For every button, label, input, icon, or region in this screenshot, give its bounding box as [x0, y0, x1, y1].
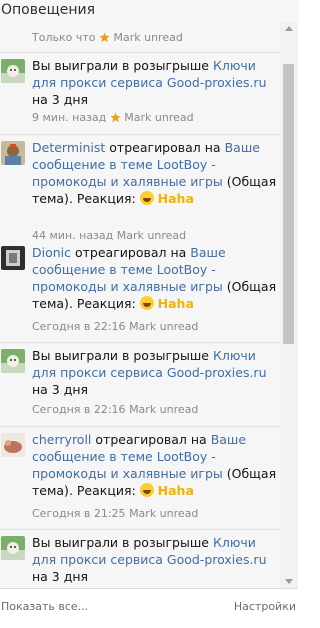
- notification-item[interactable]: cherryroll отреагировал на Ваше сообщени…: [0, 427, 280, 530]
- notification-time: Только что: [32, 31, 96, 44]
- notification-message: на 3 дня: [32, 382, 89, 397]
- star-icon: [110, 112, 121, 127]
- star-icon: [99, 32, 110, 47]
- notification-text: Dionic отреагировал на Ваше сообщение в …: [32, 244, 278, 312]
- reaction-label: Haha: [157, 191, 194, 206]
- notification-text: Determinist отреагировал на Ваше сообщен…: [32, 139, 278, 207]
- notification-message: отреагировал на: [95, 432, 207, 447]
- avatar[interactable]: [1, 246, 25, 270]
- notification-time: Сегодня в 21:25: [32, 507, 126, 520]
- settings-link[interactable]: Настройки: [234, 600, 296, 613]
- haha-emoji-icon: [139, 483, 154, 497]
- notification-list: Только что Mark unread Вы выиграли в роз…: [0, 22, 280, 588]
- notification-time: Сегодня в 22:16: [32, 403, 126, 416]
- haha-emoji-icon: [139, 296, 154, 310]
- notification-meta: Сегодня в 22:16 Mark unread: [32, 403, 198, 417]
- username-link[interactable]: Dionic: [32, 245, 71, 260]
- notification-message: отреагировал на: [109, 140, 221, 155]
- notification-meta: Только что Mark unread: [32, 31, 183, 47]
- avatar[interactable]: [1, 141, 25, 165]
- notification-item[interactable]: Вы выиграли в розыгрыше Ключи для прокси…: [0, 530, 280, 588]
- notification-message: отреагировал на: [75, 245, 187, 260]
- notification-item[interactable]: Determinist отреагировал на Ваше сообщен…: [0, 135, 280, 253]
- mark-unread-link[interactable]: Mark unread: [129, 403, 198, 416]
- notification-meta: Сегодня в 22:16 Mark unread: [32, 320, 198, 334]
- notification-message: Вы выиграли в розыгрыше: [32, 535, 209, 550]
- avatar[interactable]: [1, 433, 25, 457]
- notification-message: на 3 дня: [32, 569, 89, 584]
- panel-title: Оповещения: [0, 0, 299, 22]
- reaction-label: Haha: [157, 296, 194, 311]
- scrollbar-thumb[interactable]: [283, 64, 294, 344]
- notification-item[interactable]: Dionic отреагировал на Ваше сообщение в …: [0, 240, 280, 343]
- scroll-up-arrow-icon[interactable]: [285, 26, 293, 31]
- notification-time: Сегодня в 22:16: [32, 320, 126, 333]
- notification-text: cherryroll отреагировал на Ваше сообщени…: [32, 431, 278, 499]
- notification-text: Вы выиграли в розыгрыше Ключи для прокси…: [32, 534, 278, 585]
- notification-text: Вы выиграли в розыгрыше Ключи для прокси…: [32, 347, 278, 398]
- mark-unread-link[interactable]: Mark unread: [113, 31, 182, 44]
- haha-emoji-icon: [139, 191, 154, 205]
- username-link[interactable]: Determinist: [32, 140, 105, 155]
- scroll-down-arrow-icon[interactable]: [285, 579, 293, 584]
- notification-text: Вы выиграли в розыгрыше Ключи для прокси…: [32, 57, 278, 108]
- notification-item[interactable]: Только что Mark unread: [0, 22, 280, 53]
- notification-message: на 3 дня: [32, 92, 89, 107]
- mark-unread-link[interactable]: Mark unread: [129, 507, 198, 520]
- avatar[interactable]: [1, 59, 25, 83]
- notification-message: Вы выиграли в розыгрыше: [32, 58, 209, 73]
- mark-unread-link[interactable]: Mark unread: [124, 111, 193, 124]
- panel-footer: Показать все... Настройки: [0, 588, 298, 628]
- notifications-panel: Оповещения Только что Mark unread Вы выи…: [0, 0, 299, 628]
- notification-meta: Сегодня в 21:25 Mark unread: [32, 507, 198, 521]
- notification-meta: 9 мин. назад Mark unread: [32, 111, 194, 127]
- notification-item[interactable]: Вы выиграли в розыгрыше Ключи для прокси…: [0, 343, 280, 427]
- mark-unread-link[interactable]: Mark unread: [129, 320, 198, 333]
- notification-message: Вы выиграли в розыгрыше: [32, 348, 209, 363]
- reaction-label: Haha: [157, 483, 194, 498]
- avatar[interactable]: [1, 349, 25, 373]
- notification-item[interactable]: Вы выиграли в розыгрыше Ключи для прокси…: [0, 53, 280, 135]
- notification-time: 9 мин. назад: [32, 111, 107, 124]
- username-link[interactable]: cherryroll: [32, 432, 91, 447]
- scrollbar[interactable]: [280, 22, 298, 588]
- show-all-link[interactable]: Показать все...: [1, 600, 88, 613]
- avatar[interactable]: [1, 536, 25, 560]
